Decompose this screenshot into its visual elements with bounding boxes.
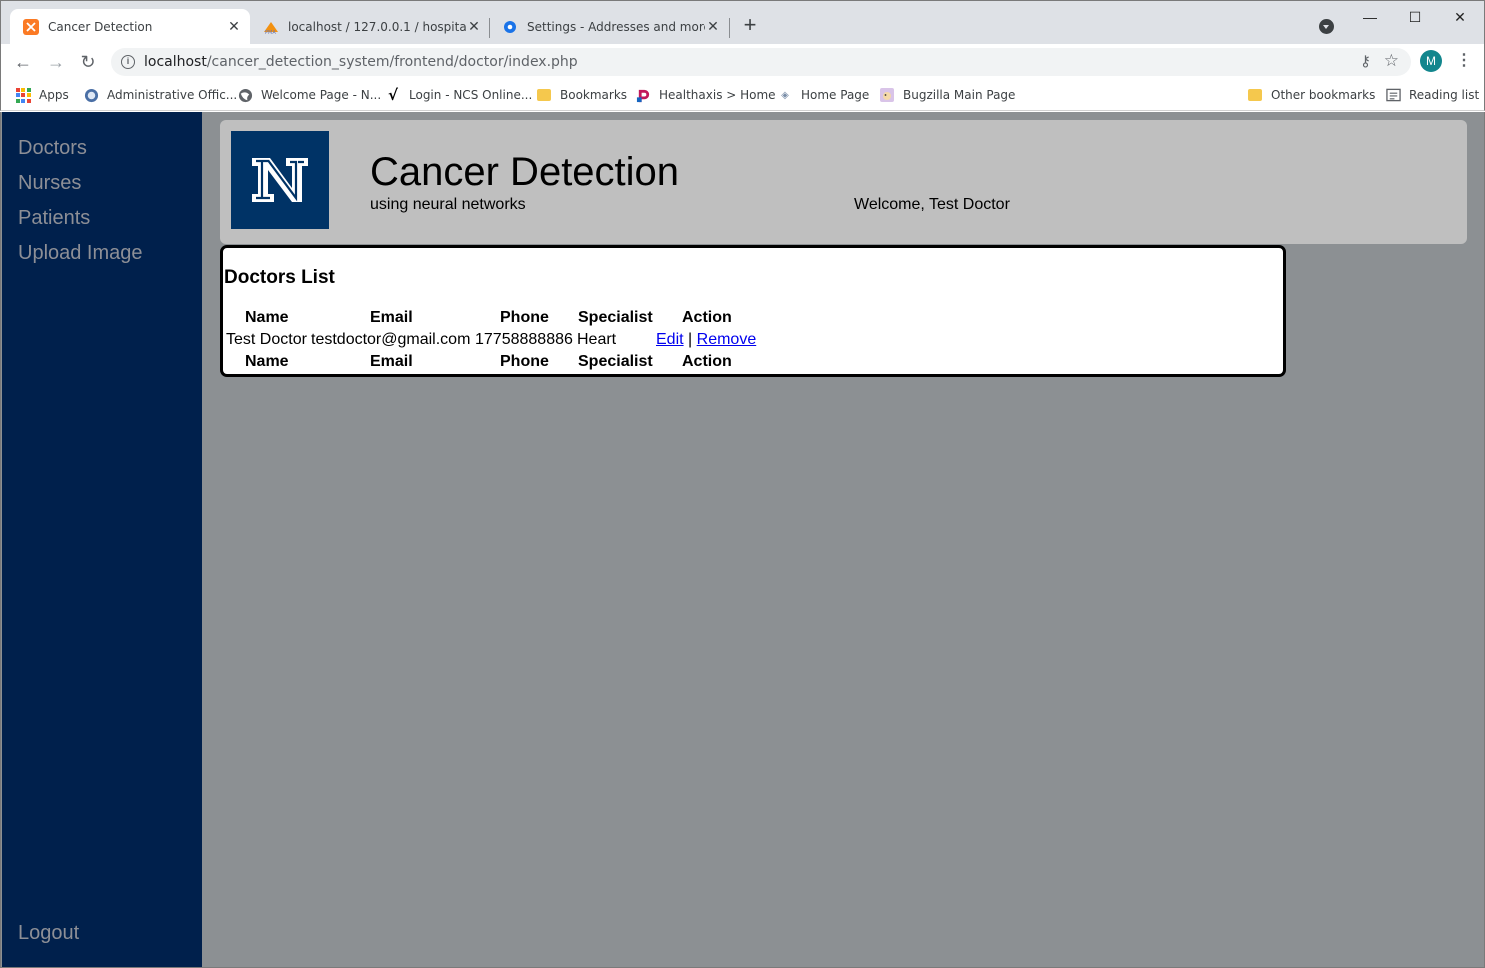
column-footer-phone: Phone bbox=[500, 353, 549, 370]
tab-title: localhost / 127.0.0.1 / hospital_db bbox=[288, 20, 466, 34]
globe-icon bbox=[237, 87, 253, 103]
url-host: localhost bbox=[144, 54, 207, 70]
bugzilla-icon bbox=[879, 87, 895, 103]
tab-close-icon[interactable]: ✕ bbox=[466, 19, 482, 35]
doctors-list-heading: Doctors List bbox=[224, 267, 335, 288]
sidebar-item-upload-image[interactable]: Upload Image bbox=[18, 242, 143, 265]
healthaxis-icon bbox=[635, 87, 651, 103]
doctor-name-cell: Test Doctor bbox=[226, 331, 307, 348]
doctor-action-cell: Edit | Remove bbox=[656, 331, 756, 349]
sidebar: Doctors Nurses Patients Upload Image Log… bbox=[2, 112, 202, 967]
sidebar-item-logout[interactable]: Logout bbox=[18, 922, 79, 945]
column-footer-email: Email bbox=[370, 353, 413, 370]
bookmark-label: Healthaxis > Home bbox=[659, 88, 776, 102]
back-arrow-icon[interactable]: ← bbox=[11, 50, 35, 74]
browser-toolbar: ← → ↻ i localhost/cancer_detection_syste… bbox=[0, 44, 1485, 80]
settings-gear-icon bbox=[502, 19, 518, 35]
bookmark-label: Apps bbox=[39, 88, 69, 102]
doctor-phone-cell: 17758888886 bbox=[475, 331, 573, 348]
svg-text:PMA: PMA bbox=[265, 30, 276, 35]
bookmark-label: Welcome Page - N... bbox=[261, 88, 382, 102]
bookmark-apps[interactable]: Apps bbox=[15, 85, 69, 105]
bookmark-welcome-page[interactable]: Welcome Page - N... bbox=[237, 85, 381, 105]
doctor-specialist-cell: Heart bbox=[577, 331, 617, 348]
maximize-icon[interactable]: ☐ bbox=[1400, 5, 1430, 29]
profile-avatar[interactable]: M bbox=[1420, 50, 1442, 72]
tab-settings[interactable]: Settings - Addresses and more ✕ bbox=[489, 9, 729, 45]
bookmark-administrative-office[interactable]: Administrative Offic... bbox=[83, 85, 237, 105]
browser-tab-strip: Cancer Detection ✕ PMA localhost / 127.0… bbox=[0, 0, 1485, 45]
sidebar-item-nurses[interactable]: Nurses bbox=[18, 172, 81, 195]
page-header: Cancer Detection using neural networks W… bbox=[220, 120, 1467, 244]
bookmark-home-page[interactable]: ◈ Home Page bbox=[777, 85, 869, 105]
remove-link[interactable]: Remove bbox=[697, 331, 757, 348]
app-subtitle: using neural networks bbox=[370, 196, 526, 213]
bookmark-label: Bookmarks bbox=[560, 88, 628, 102]
bookmark-label: Other bookmarks bbox=[1271, 88, 1376, 102]
bookmark-label: Reading list bbox=[1409, 88, 1480, 102]
url-text: localhost/cancer_detection_system/fronte… bbox=[144, 54, 578, 70]
tab-cancer-detection[interactable]: Cancer Detection ✕ bbox=[10, 9, 250, 45]
bookmark-label: Login - NCS Online... bbox=[409, 88, 533, 102]
tab-title: Cancer Detection bbox=[48, 20, 153, 34]
bookmark-folder-bookmarks[interactable]: Bookmarks bbox=[536, 85, 627, 105]
reading-list-button[interactable]: Reading list bbox=[1385, 85, 1479, 105]
minimize-icon[interactable]: — bbox=[1355, 5, 1385, 29]
action-separator: | bbox=[688, 331, 693, 348]
bookmark-label: Home Page bbox=[801, 88, 870, 102]
tab-phpmyadmin[interactable]: PMA localhost / 127.0.0.1 / hospital_db … bbox=[250, 9, 490, 45]
doctors-list-panel: Doctors List Name Email Phone Specialist… bbox=[220, 245, 1286, 377]
tab-search-dropdown-icon[interactable] bbox=[1319, 19, 1334, 34]
welcome-message: Welcome, Test Doctor bbox=[854, 196, 1010, 213]
n-logo-icon bbox=[252, 158, 308, 202]
edit-link[interactable]: Edit bbox=[656, 331, 684, 348]
folder-icon bbox=[536, 87, 552, 103]
sidebar-item-doctors[interactable]: Doctors bbox=[18, 137, 87, 160]
tab-close-icon[interactable]: ✕ bbox=[705, 19, 721, 35]
new-tab-plus-icon[interactable]: + bbox=[739, 14, 761, 37]
browser-menu-icon[interactable]: ⋮ bbox=[1456, 50, 1472, 74]
admin-site-icon bbox=[83, 87, 99, 103]
url-path: /cancer_detection_system/frontend/doctor… bbox=[206, 54, 578, 70]
sidebar-item-patients[interactable]: Patients bbox=[18, 207, 90, 230]
bookmark-healthaxis[interactable]: Healthaxis > Home bbox=[635, 85, 776, 105]
bookmark-bugzilla[interactable]: Bugzilla Main Page bbox=[879, 85, 1015, 105]
column-header-phone: Phone bbox=[500, 309, 549, 326]
doctor-email-cell: testdoctor@gmail.com bbox=[311, 331, 471, 348]
bookmark-label: Administrative Offic... bbox=[107, 88, 238, 102]
close-window-icon[interactable]: ✕ bbox=[1445, 5, 1475, 29]
password-key-icon[interactable]: ⚷ bbox=[1360, 52, 1371, 70]
bookmarks-bar: Apps Administrative Offic... Welcome Pag… bbox=[0, 80, 1485, 111]
tab-close-icon[interactable]: ✕ bbox=[226, 19, 242, 35]
column-header-name: Name bbox=[245, 309, 289, 326]
app-title: Cancer Detection bbox=[370, 150, 680, 194]
page-icon: ◈ bbox=[781, 89, 789, 101]
reading-list-icon bbox=[1385, 87, 1401, 103]
column-header-action: Action bbox=[682, 309, 732, 326]
reload-icon[interactable]: ↻ bbox=[76, 50, 100, 74]
checkmark-icon: √ bbox=[387, 86, 398, 104]
bookmark-ncs-login[interactable]: √ Login - NCS Online... bbox=[385, 85, 532, 105]
column-footer-specialist: Specialist bbox=[578, 353, 653, 370]
tab-title: Settings - Addresses and more bbox=[527, 20, 705, 34]
column-header-email: Email bbox=[370, 309, 413, 326]
page-viewport: Doctors Nurses Patients Upload Image Log… bbox=[0, 112, 1485, 968]
folder-icon bbox=[1247, 87, 1263, 103]
column-header-specialist: Specialist bbox=[578, 309, 653, 326]
column-footer-action: Action bbox=[682, 353, 732, 370]
forward-arrow-icon[interactable]: → bbox=[44, 50, 68, 74]
phpmyadmin-favicon-icon: PMA bbox=[263, 19, 279, 35]
apps-grid-icon bbox=[15, 87, 31, 103]
column-footer-name: Name bbox=[245, 353, 289, 370]
university-n-logo bbox=[231, 131, 329, 229]
tab-separator bbox=[729, 18, 730, 38]
bookmark-star-icon[interactable]: ☆ bbox=[1384, 51, 1399, 71]
bookmark-label: Bugzilla Main Page bbox=[903, 88, 1016, 102]
address-bar[interactable]: i localhost/cancer_detection_system/fron… bbox=[111, 48, 1411, 76]
xampp-favicon-icon bbox=[23, 19, 39, 35]
site-info-icon[interactable]: i bbox=[121, 55, 135, 69]
bookmark-other-bookmarks[interactable]: Other bookmarks bbox=[1247, 85, 1375, 105]
